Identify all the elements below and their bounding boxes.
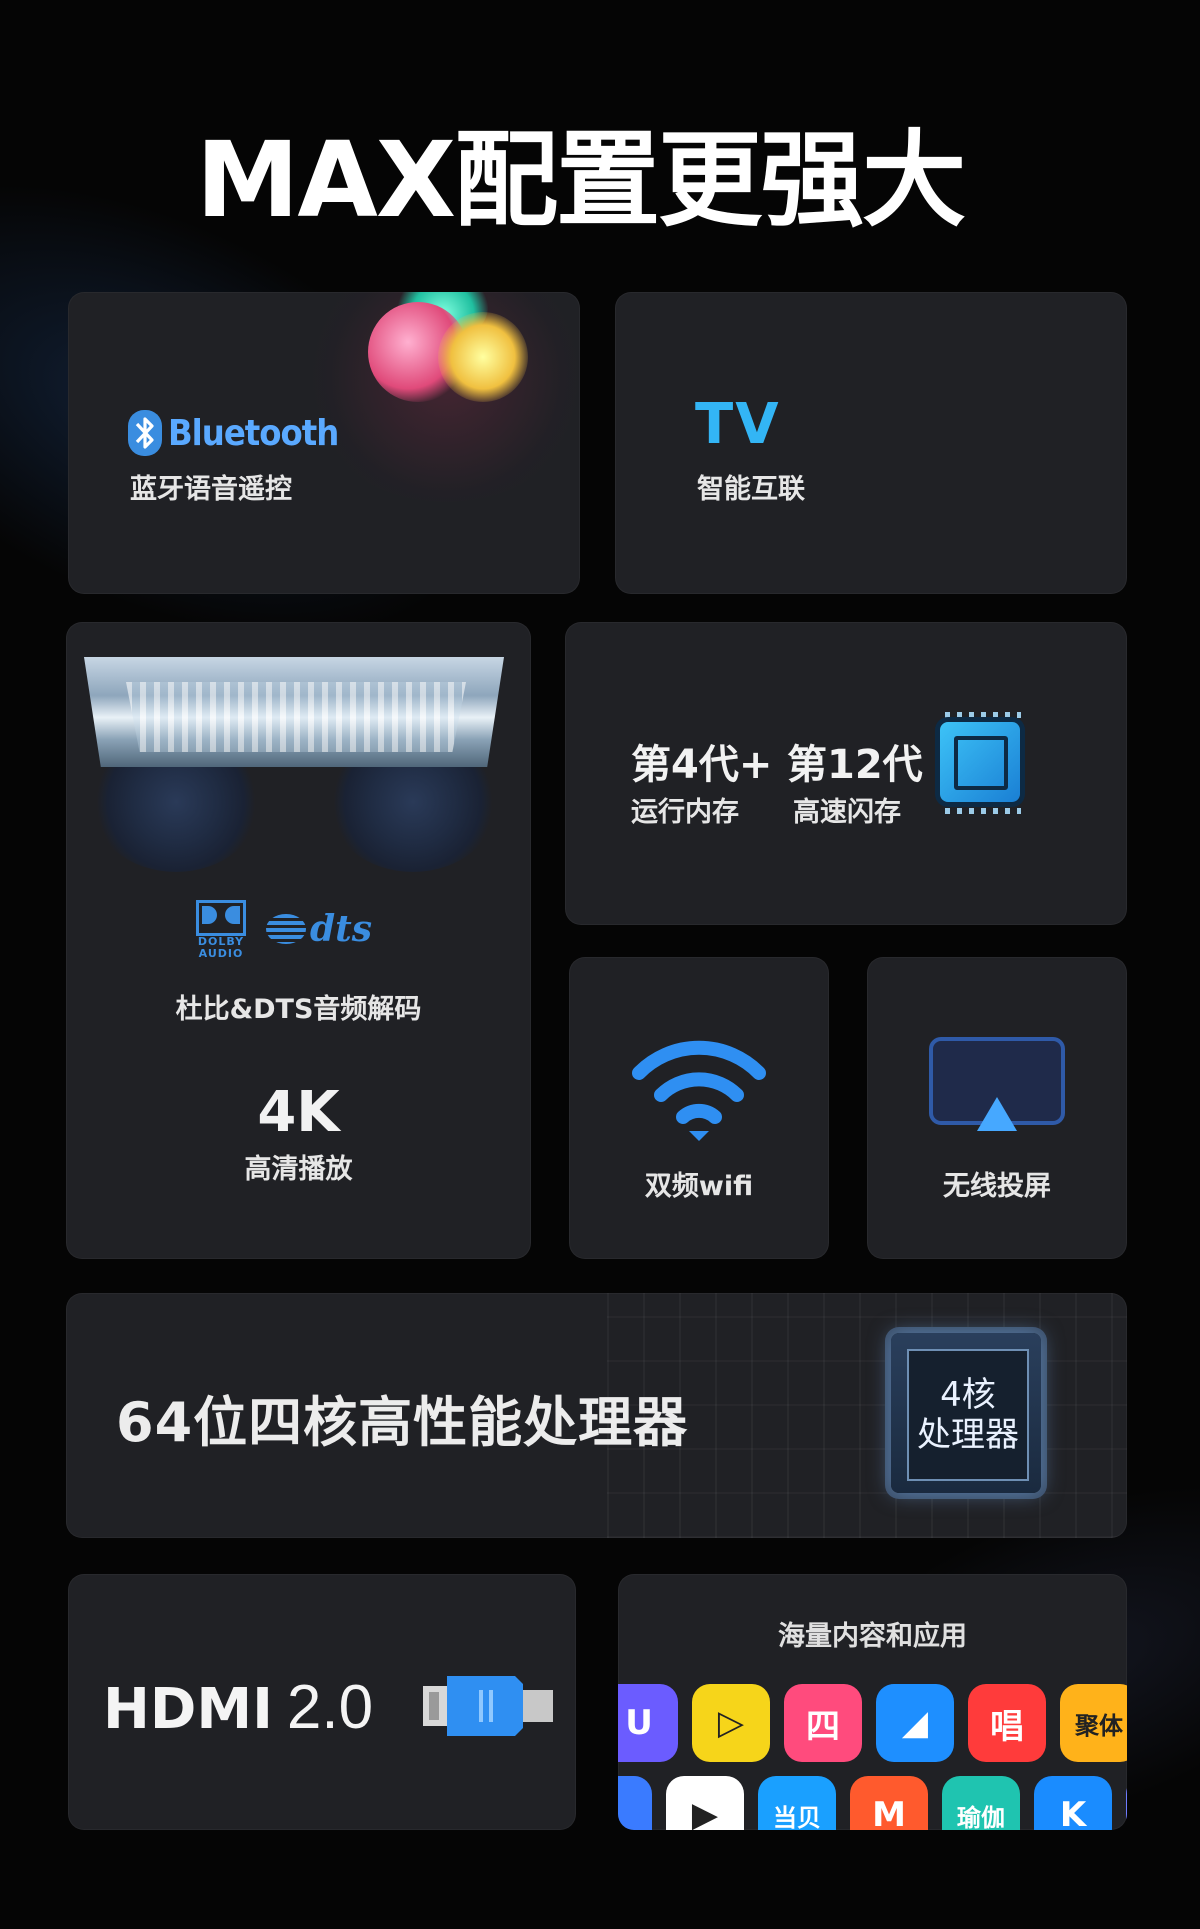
waterfall-image [126,682,466,752]
app-row: ▶ 当贝 M 瑜伽 K [618,1776,1127,1830]
app-icon: 当贝 [758,1776,836,1830]
processor-chip-face: 4核 处理器 [907,1349,1029,1481]
bluetooth-icon [128,410,162,456]
bluetooth-wordmark: Bluetooth [168,412,339,454]
voice-orb [438,312,528,402]
chip-icon [940,722,1020,802]
dts-disc-icon [266,914,306,944]
processor-title: 64位四核高性能处理器 [116,1391,689,1454]
page-title: MAX配置更强大 [195,119,966,241]
bluetooth-logo: Bluetooth [128,410,339,456]
4k-badge: 4K [257,1080,340,1145]
wifi-icon [632,1040,766,1141]
processor-chip-icon: 4核 处理器 [891,1333,1041,1493]
rom-title: 第12代 [787,742,923,788]
app-icon: U [618,1684,678,1762]
app-icon [1126,1776,1127,1830]
ram-label: 运行内存 [631,797,739,828]
app-icon: 四 [784,1684,862,1762]
app-icon: K [1034,1776,1112,1830]
apps-card: 海量内容和应用 U ▷ 四 ◢ 唱聚体 ▶ 当贝 M 瑜伽 K [618,1574,1127,1830]
apps-label: 海量内容和应用 [778,1621,967,1652]
chip-pins [945,808,1021,814]
dolby-text: AUDIO [198,947,244,960]
tv-logo: TV [695,392,781,457]
dts-wordmark: dts [310,908,373,950]
app-icon: 瑜伽 [942,1776,1020,1830]
4k-label: 高清播放 [244,1154,353,1185]
dolby-icon [196,900,246,936]
app-icon: ▷ [692,1684,770,1762]
audio-label: 杜比&DTS音频解码 [175,994,422,1025]
app-icon [618,1776,652,1830]
app-row: U ▷ 四 ◢ 唱聚体 [618,1684,1127,1762]
bluetooth-card: Bluetooth 蓝牙语音遥控 [68,292,580,594]
app-icon: M [850,1776,928,1830]
hdmi-card: HDMI 2.0 [68,1574,576,1830]
screencast-icon [929,1037,1065,1131]
memory-card: 第4代+ 运行内存 第12代 高速闪存 [565,622,1127,925]
dolby-logo: DOLBY AUDIO [196,900,246,960]
app-icon: ▶ [666,1776,744,1830]
hdmi-version: 2.0 [286,1673,374,1742]
tv-label: 智能互联 [697,474,805,505]
hdmi-text: HDMI 2.0 [103,1672,373,1743]
app-icon: 聚体 [1060,1684,1127,1762]
screencast-card: 无线投屏 [867,957,1127,1259]
wifi-card: 双频wifi [569,957,829,1259]
chip-cores-text: 4核 [940,1375,996,1415]
chip-pins [945,712,1021,718]
chip-processor-text: 处理器 [917,1415,1019,1455]
tv-card: TV 智能互联 [615,292,1127,594]
screencast-label: 无线投屏 [943,1171,1051,1202]
dts-logo: dts [266,908,372,950]
wifi-label: 双频wifi [644,1171,754,1202]
processor-card: 64位四核高性能处理器 4核 处理器 [66,1293,1127,1538]
rom-label: 高速闪存 [793,797,901,828]
hdmi-name: HDMI [103,1677,273,1742]
ram-title: 第4代+ [631,742,773,788]
bluetooth-label: 蓝牙语音遥控 [130,474,292,505]
app-icon: ◢ [876,1684,954,1762]
hdmi-plug-icon [423,1676,553,1736]
app-icon: 唱 [968,1684,1046,1762]
audio-card: DOLBY AUDIO dts 杜比&DTS音频解码 4K 高清播放 [66,622,531,1259]
